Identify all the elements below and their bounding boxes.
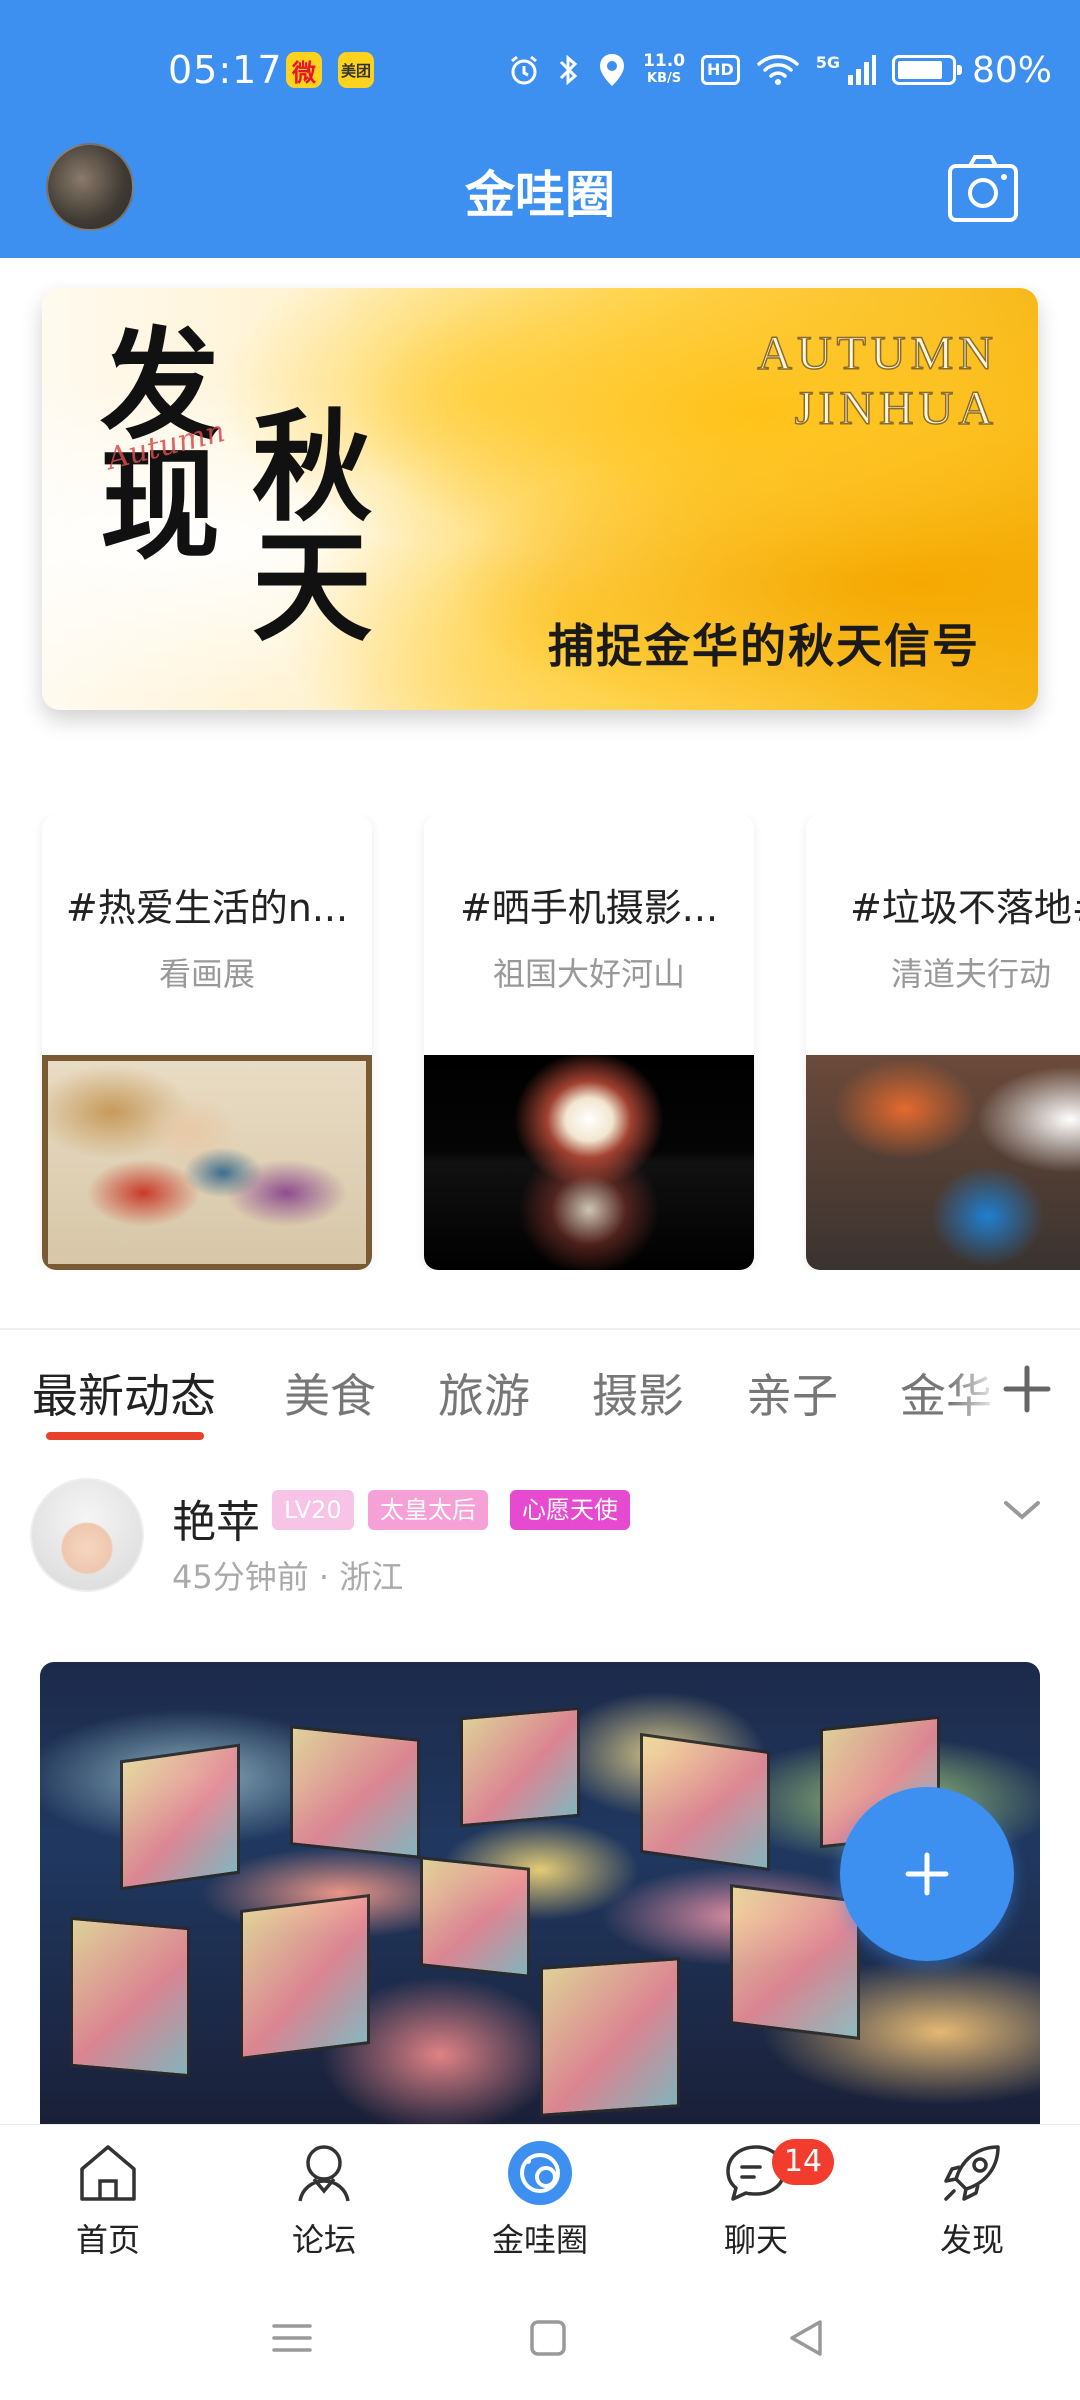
post-meta: 45分钟前 · 浙江: [172, 1558, 404, 1596]
post-username[interactable]: 艳苹: [172, 1486, 260, 1550]
topic-carousel[interactable]: #热爱生活的n... 看画展 #晒手机摄影... 祖国大好河山 #垃圾不落地# …: [0, 815, 1080, 1270]
lantern: [460, 1706, 580, 1828]
title-badge: 太皇太后: [368, 1490, 488, 1530]
status-icons: 11.0 KB/S HD 5G 80%: [507, 48, 1052, 92]
app-root: 05:17 微 美团 11.0 KB/S HD 5G 80% 金哇圈 发现 Au…: [0, 0, 1080, 2400]
topic-image: [806, 1055, 1080, 1270]
tab-indicator: [46, 1432, 204, 1440]
banner-english-title: AUTUMN JINHUA: [757, 326, 998, 436]
nav-label: 聊天: [723, 2221, 788, 2259]
title-badge: 心愿天使: [510, 1490, 630, 1530]
hd-badge: HD: [701, 55, 740, 85]
location-icon: [600, 54, 625, 86]
home-icon: [80, 2145, 136, 2201]
wifi-icon: [756, 54, 799, 85]
page-title: 金哇圈: [465, 166, 615, 224]
nav-item-forum[interactable]: 论坛: [216, 2125, 432, 2275]
lantern: [240, 1894, 370, 2060]
weibo-notification-icon: 微: [286, 52, 322, 88]
meituan-notification-icon: 美团: [338, 52, 374, 88]
topic-title: #热爱生活的n...: [65, 886, 349, 930]
lantern: [640, 1732, 770, 1872]
nav-label: 首页: [75, 2221, 140, 2259]
tab-travel[interactable]: 旅游: [438, 1360, 530, 1426]
circle-icon: [508, 2141, 572, 2205]
plus-icon: [905, 1852, 949, 1896]
nav-label: 论坛: [291, 2221, 356, 2259]
lantern: [70, 1916, 190, 2078]
level-badge: LV20: [272, 1490, 354, 1530]
chevron-down-icon[interactable]: [1000, 1495, 1044, 1525]
compose-fab[interactable]: [840, 1787, 1014, 1961]
rocket-icon: [944, 2145, 1000, 2201]
home-square-icon[interactable]: [524, 2314, 572, 2362]
net-speed-value: 11.0: [643, 51, 686, 71]
signal-icon: [847, 55, 876, 85]
back-icon[interactable]: [782, 2314, 830, 2362]
camera-icon[interactable]: [946, 152, 1020, 226]
topic-subtitle: 祖国大好河山: [492, 955, 685, 993]
battery-icon: [891, 55, 962, 85]
battery-level: [897, 61, 942, 79]
nav-item-circle[interactable]: 金哇圈: [432, 2125, 648, 2275]
status-bar: 05:17 微 美团 11.0 KB/S HD 5G 80%: [0, 0, 1080, 140]
net-speed: 11.0 KB/S: [643, 53, 685, 87]
header: 05:17 微 美团 11.0 KB/S HD 5G 80% 金哇圈: [0, 0, 1080, 258]
topic-image: [42, 1055, 372, 1270]
banner-slogan: 捕捉金华的秋天信号: [548, 619, 980, 673]
lantern: [290, 1725, 420, 1859]
topic-card[interactable]: #热爱生活的n... 看画展: [42, 815, 372, 1270]
banner-title-right: 秋天: [252, 397, 372, 658]
unread-badge: 14: [772, 2139, 834, 2185]
tab-latest[interactable]: 最新动态: [32, 1360, 216, 1426]
promo-banner[interactable]: 发现 Autumn 秋天 AUTUMN JINHUA 捕捉金华的秋天信号: [42, 288, 1038, 710]
plus-icon[interactable]: [1002, 1364, 1052, 1414]
battery-percent: 80%: [971, 49, 1052, 91]
signal-label: 5G: [815, 52, 840, 72]
forum-icon: [298, 2145, 350, 2202]
post-avatar[interactable]: [30, 1478, 144, 1592]
lantern: [120, 1743, 240, 1891]
topic-subtitle: 清道夫行动: [890, 955, 1051, 993]
nav-item-chat[interactable]: 14 聊天: [648, 2125, 864, 2275]
status-time: 05:17: [168, 48, 283, 92]
topic-image: [424, 1055, 754, 1270]
category-tabs: 最新动态 美食 旅游 摄影 亲子 金华: [0, 1330, 1080, 1442]
bottom-nav: 首页 论坛 金哇圈 14 聊天 发现: [0, 2124, 1080, 2274]
topic-card[interactable]: #晒手机摄影... 祖国大好河山: [424, 815, 754, 1270]
bluetooth-icon: [560, 54, 578, 86]
topic-title: #晒手机摄影...: [459, 886, 719, 930]
menu-icon[interactable]: [268, 2314, 316, 2362]
net-speed-unit: KB/S: [647, 71, 682, 86]
topic-title: #垃圾不落地#: [850, 886, 1080, 930]
lantern: [730, 1884, 860, 2040]
tab-food[interactable]: 美食: [284, 1360, 376, 1426]
lantern: [420, 1856, 530, 1978]
nav-label: 金哇圈: [491, 2221, 588, 2259]
nav-item-discover[interactable]: 发现: [864, 2125, 1080, 2275]
banner-english-line2: JINHUA: [794, 381, 998, 436]
lantern: [540, 1957, 680, 2117]
alarm-icon: [511, 55, 538, 85]
tab-photography[interactable]: 摄影: [592, 1360, 684, 1426]
nav-item-home[interactable]: 首页: [0, 2125, 216, 2275]
topic-card[interactable]: #垃圾不落地# 清道夫行动: [806, 815, 1080, 1270]
tab-parenting[interactable]: 亲子: [746, 1360, 838, 1426]
nav-label: 发现: [939, 2221, 1004, 2259]
banner-english-line1: AUTUMN: [757, 326, 998, 381]
system-nav-bar: [0, 2274, 1080, 2400]
topic-subtitle: 看画展: [158, 955, 255, 993]
